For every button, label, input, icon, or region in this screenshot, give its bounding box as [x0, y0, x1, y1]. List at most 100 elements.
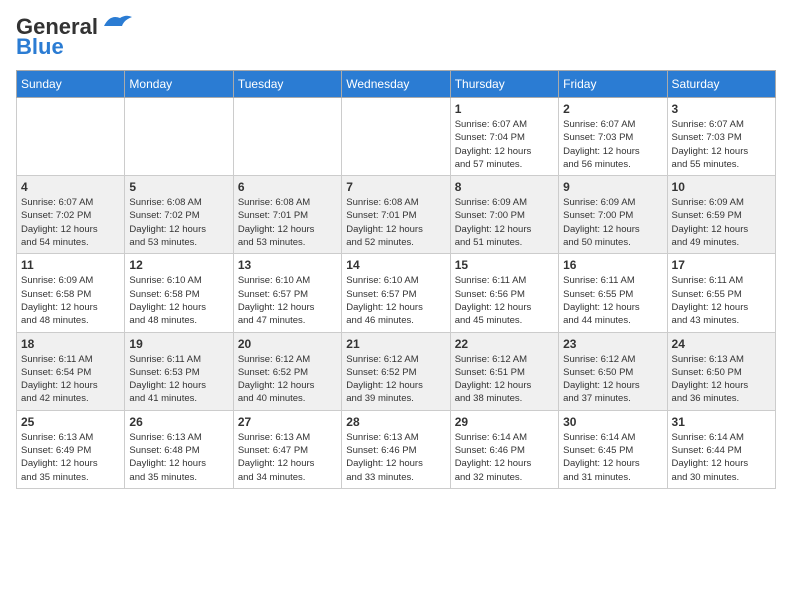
calendar-cell: 29 Sunrise: 6:14 AMSunset: 6:46 PMDayligh…: [450, 410, 558, 488]
calendar-cell: [17, 98, 125, 176]
day-number: 28: [346, 415, 445, 429]
day-number: 27: [238, 415, 337, 429]
day-number: 5: [129, 180, 228, 194]
calendar-cell: 3 Sunrise: 6:07 AMSunset: 7:03 PMDaylight…: [667, 98, 775, 176]
calendar-header-row: SundayMondayTuesdayWednesdayThursdayFrid…: [17, 71, 776, 98]
calendar-cell: 18 Sunrise: 6:11 AMSunset: 6:54 PMDayligh…: [17, 332, 125, 410]
calendar-week-row: 4 Sunrise: 6:07 AMSunset: 7:02 PMDaylight…: [17, 176, 776, 254]
column-header-tuesday: Tuesday: [233, 71, 341, 98]
logo-blue: Blue: [16, 34, 64, 59]
day-number: 10: [672, 180, 771, 194]
calendar-cell: 25 Sunrise: 6:13 AMSunset: 6:49 PMDayligh…: [17, 410, 125, 488]
page-header: General Blue: [16, 16, 776, 60]
column-header-thursday: Thursday: [450, 71, 558, 98]
day-number: 13: [238, 258, 337, 272]
calendar-cell: 14 Sunrise: 6:10 AMSunset: 6:57 PMDayligh…: [342, 254, 450, 332]
day-number: 21: [346, 337, 445, 351]
day-number: 3: [672, 102, 771, 116]
day-number: 15: [455, 258, 554, 272]
calendar-week-row: 25 Sunrise: 6:13 AMSunset: 6:49 PMDayligh…: [17, 410, 776, 488]
calendar-cell: 27 Sunrise: 6:13 AMSunset: 6:47 PMDayligh…: [233, 410, 341, 488]
calendar-cell: 30 Sunrise: 6:14 AMSunset: 6:45 PMDayligh…: [559, 410, 667, 488]
calendar-cell: 21 Sunrise: 6:12 AMSunset: 6:52 PMDayligh…: [342, 332, 450, 410]
logo-bird-icon: [102, 12, 134, 30]
calendar-cell: 10 Sunrise: 6:09 AMSunset: 6:59 PMDayligh…: [667, 176, 775, 254]
calendar-cell: 24Sunrise: 6:13 AMSunset: 6:50 PMDayligh…: [667, 332, 775, 410]
day-info-text: Sunrise: 6:13 AMSunset: 6:48 PMDaylight:…: [129, 431, 228, 484]
day-info-text: Sunrise: 6:08 AMSunset: 7:02 PMDaylight:…: [129, 196, 228, 249]
day-info-text: Sunrise: 6:08 AMSunset: 7:01 PMDaylight:…: [238, 196, 337, 249]
calendar-cell: 13 Sunrise: 6:10 AMSunset: 6:57 PMDayligh…: [233, 254, 341, 332]
calendar-cell: 15 Sunrise: 6:11 AMSunset: 6:56 PMDayligh…: [450, 254, 558, 332]
calendar-week-row: 1 Sunrise: 6:07 AMSunset: 7:04 PMDaylight…: [17, 98, 776, 176]
calendar-cell: 2 Sunrise: 6:07 AMSunset: 7:03 PMDaylight…: [559, 98, 667, 176]
day-info-text: Sunrise: 6:07 AMSunset: 7:04 PMDaylight:…: [455, 118, 554, 171]
calendar-cell: 22 Sunrise: 6:12 AMSunset: 6:51 PMDayligh…: [450, 332, 558, 410]
day-info-text: Sunrise: 6:13 AMSunset: 6:46 PMDaylight:…: [346, 431, 445, 484]
day-number: 12: [129, 258, 228, 272]
day-info-text: Sunrise: 6:07 AMSunset: 7:03 PMDaylight:…: [672, 118, 771, 171]
day-info-text: Sunrise: 6:08 AMSunset: 7:01 PMDaylight:…: [346, 196, 445, 249]
column-header-saturday: Saturday: [667, 71, 775, 98]
calendar-cell: 19Sunrise: 6:11 AMSunset: 6:53 PMDayligh…: [125, 332, 233, 410]
day-info-text: Sunrise: 6:11 AMSunset: 6:55 PMDaylight:…: [563, 274, 662, 327]
day-info-text: Sunrise: 6:07 AMSunset: 7:02 PMDaylight:…: [21, 196, 120, 249]
day-info-text: Sunrise: 6:14 AMSunset: 6:45 PMDaylight:…: [563, 431, 662, 484]
day-info-text: Sunrise: 6:09 AMSunset: 7:00 PMDaylight:…: [455, 196, 554, 249]
day-number: 1: [455, 102, 554, 116]
day-number: 18: [21, 337, 120, 351]
day-info-text: Sunrise: 6:07 AMSunset: 7:03 PMDaylight:…: [563, 118, 662, 171]
day-number: 22: [455, 337, 554, 351]
day-info-text: Sunrise: 6:12 AMSunset: 6:52 PMDaylight:…: [238, 353, 337, 406]
calendar-cell: [233, 98, 341, 176]
day-info-text: Sunrise: 6:11 AMSunset: 6:55 PMDaylight:…: [672, 274, 771, 327]
day-number: 29: [455, 415, 554, 429]
calendar-cell: [342, 98, 450, 176]
day-info-text: Sunrise: 6:10 AMSunset: 6:58 PMDaylight:…: [129, 274, 228, 327]
day-number: 2: [563, 102, 662, 116]
day-info-text: Sunrise: 6:10 AMSunset: 6:57 PMDaylight:…: [238, 274, 337, 327]
day-info-text: Sunrise: 6:12 AMSunset: 6:51 PMDaylight:…: [455, 353, 554, 406]
calendar-cell: 28 Sunrise: 6:13 AMSunset: 6:46 PMDayligh…: [342, 410, 450, 488]
day-info-text: Sunrise: 6:14 AMSunset: 6:46 PMDaylight:…: [455, 431, 554, 484]
day-info-text: Sunrise: 6:13 AMSunset: 6:50 PMDaylight:…: [672, 353, 771, 406]
calendar-week-row: 18 Sunrise: 6:11 AMSunset: 6:54 PMDayligh…: [17, 332, 776, 410]
day-info-text: Sunrise: 6:12 AMSunset: 6:52 PMDaylight:…: [346, 353, 445, 406]
day-number: 16: [563, 258, 662, 272]
calendar-cell: 26 Sunrise: 6:13 AMSunset: 6:48 PMDayligh…: [125, 410, 233, 488]
day-number: 14: [346, 258, 445, 272]
day-number: 17: [672, 258, 771, 272]
column-header-friday: Friday: [559, 71, 667, 98]
day-number: 20: [238, 337, 337, 351]
day-info-text: Sunrise: 6:11 AMSunset: 6:54 PMDaylight:…: [21, 353, 120, 406]
column-header-wednesday: Wednesday: [342, 71, 450, 98]
day-number: 25: [21, 415, 120, 429]
day-info-text: Sunrise: 6:12 AMSunset: 6:50 PMDaylight:…: [563, 353, 662, 406]
logo: General Blue: [16, 16, 134, 60]
column-header-monday: Monday: [125, 71, 233, 98]
column-header-sunday: Sunday: [17, 71, 125, 98]
calendar-cell: 7 Sunrise: 6:08 AMSunset: 7:01 PMDaylight…: [342, 176, 450, 254]
day-info-text: Sunrise: 6:13 AMSunset: 6:47 PMDaylight:…: [238, 431, 337, 484]
calendar-cell: 12 Sunrise: 6:10 AMSunset: 6:58 PMDayligh…: [125, 254, 233, 332]
day-info-text: Sunrise: 6:11 AMSunset: 6:53 PMDaylight:…: [129, 353, 228, 406]
day-number: 26: [129, 415, 228, 429]
day-number: 7: [346, 180, 445, 194]
day-number: 31: [672, 415, 771, 429]
calendar-cell: 20 Sunrise: 6:12 AMSunset: 6:52 PMDayligh…: [233, 332, 341, 410]
day-number: 23: [563, 337, 662, 351]
calendar-table: SundayMondayTuesdayWednesdayThursdayFrid…: [16, 70, 776, 489]
calendar-cell: 8Sunrise: 6:09 AMSunset: 7:00 PMDaylight…: [450, 176, 558, 254]
calendar-cell: 23 Sunrise: 6:12 AMSunset: 6:50 PMDayligh…: [559, 332, 667, 410]
day-number: 30: [563, 415, 662, 429]
day-info-text: Sunrise: 6:09 AMSunset: 6:59 PMDaylight:…: [672, 196, 771, 249]
day-info-text: Sunrise: 6:10 AMSunset: 6:57 PMDaylight:…: [346, 274, 445, 327]
day-number: 11: [21, 258, 120, 272]
day-info-text: Sunrise: 6:11 AMSunset: 6:56 PMDaylight:…: [455, 274, 554, 327]
day-info-text: Sunrise: 6:09 AMSunset: 6:58 PMDaylight:…: [21, 274, 120, 327]
calendar-cell: 16 Sunrise: 6:11 AMSunset: 6:55 PMDayligh…: [559, 254, 667, 332]
calendar-cell: 4 Sunrise: 6:07 AMSunset: 7:02 PMDaylight…: [17, 176, 125, 254]
calendar-cell: 6Sunrise: 6:08 AMSunset: 7:01 PMDaylight…: [233, 176, 341, 254]
day-info-text: Sunrise: 6:13 AMSunset: 6:49 PMDaylight:…: [21, 431, 120, 484]
day-number: 4: [21, 180, 120, 194]
